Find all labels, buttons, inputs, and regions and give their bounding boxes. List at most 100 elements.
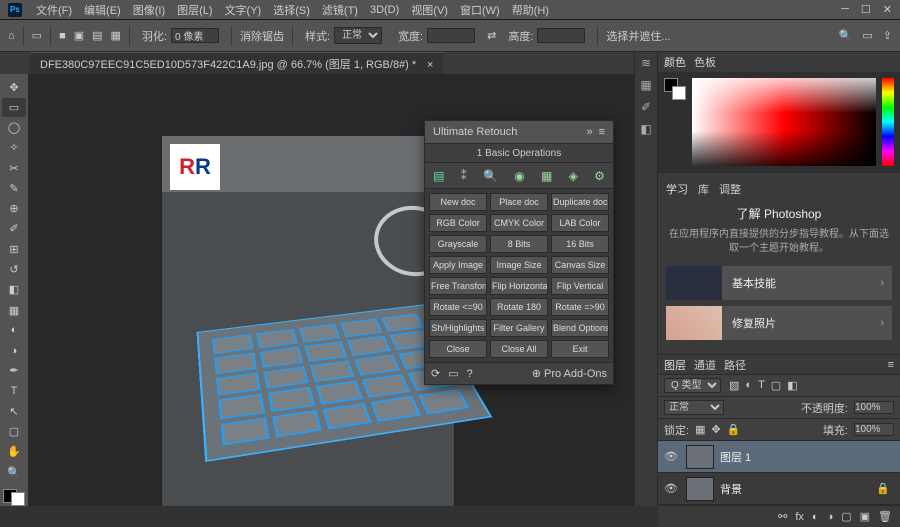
filter-shape-icon[interactable]: ▢ — [771, 379, 781, 392]
ur-btn-exit[interactable]: Exit — [551, 340, 609, 358]
layer-row[interactable]: 👁 图层 1 — [658, 441, 900, 473]
search-icon[interactable]: 🔍 — [839, 29, 853, 42]
tool-eraser[interactable]: ◧ — [2, 281, 26, 299]
ur-addons-link[interactable]: ⊕ Pro Add-Ons — [532, 367, 607, 380]
style-select[interactable]: 正常 — [334, 27, 382, 44]
tool-pen[interactable]: ✒ — [2, 362, 26, 380]
ur-collapse-icon[interactable]: » — [586, 126, 592, 138]
ur-btn-rotate-180[interactable]: Rotate 180 — [490, 298, 548, 316]
learn-card-retouch[interactable]: 修复照片› — [666, 306, 892, 340]
ur-tab-pulse-icon[interactable]: ⁑ — [461, 169, 467, 183]
tool-path[interactable]: ↖ — [2, 402, 26, 420]
ur-btn-rotate-90[interactable]: Rotate <=90 — [429, 298, 487, 316]
ur-btn-flip-vertical[interactable]: Flip Vertical — [551, 277, 609, 295]
ur-tab-search-icon[interactable]: 🔍 — [483, 169, 498, 183]
menu-layer[interactable]: 图层(L) — [171, 2, 218, 18]
sel-sub-icon[interactable]: ▤ — [92, 29, 102, 42]
menu-view[interactable]: 视图(V) — [405, 2, 454, 18]
ur-btn-cmyk-color[interactable]: CMYK Color — [490, 214, 548, 232]
ur-btn-close[interactable]: Close — [429, 340, 487, 358]
tool-hand[interactable]: ✋ — [2, 443, 26, 461]
window-maximize-icon[interactable]: ☐ — [861, 3, 871, 16]
lock-position-icon[interactable]: ✥ — [711, 423, 720, 436]
layer-mask-icon[interactable]: ◐ — [812, 511, 819, 523]
tool-dodge[interactable]: ◑ — [2, 341, 26, 359]
hue-strip[interactable] — [882, 78, 894, 166]
layer-new-icon[interactable]: ▣ — [860, 510, 870, 523]
menu-edit[interactable]: 编辑(E) — [78, 2, 127, 18]
tab-color[interactable]: 颜色 — [664, 54, 686, 70]
menu-3d[interactable]: 3D(D) — [364, 4, 405, 16]
ur-btn-sh-highlights[interactable]: Sh/Highlights — [429, 319, 487, 337]
layer-thumbnail[interactable] — [686, 445, 714, 469]
filter-smart-icon[interactable]: ◧ — [787, 379, 797, 392]
ur-btn-16-bits[interactable]: 16 Bits — [551, 235, 609, 253]
menu-file[interactable]: 文件(F) — [30, 2, 78, 18]
ur-btn-rotate-90[interactable]: Rotate =>90 — [551, 298, 609, 316]
ur-btn-lab-color[interactable]: LAB Color — [551, 214, 609, 232]
ur-tab-diamond-icon[interactable]: ◈ — [569, 169, 578, 183]
fill-input[interactable] — [854, 423, 894, 436]
ur-help-icon[interactable]: ? — [467, 368, 473, 380]
tab-layers[interactable]: 图层 — [664, 357, 686, 373]
color-swatches[interactable] — [3, 489, 25, 506]
ur-btn-filter-gallery[interactable]: Filter Gallery — [490, 319, 548, 337]
layer-link-icon[interactable]: ⚯ — [778, 510, 787, 523]
swap-wh-icon[interactable]: ⇄ — [487, 29, 496, 42]
tool-stamp[interactable]: ⊞ — [2, 240, 26, 258]
workspace-icon[interactable]: ▭ — [862, 29, 872, 42]
tool-zoom[interactable]: 🔍 — [2, 463, 26, 481]
lock-pixels-icon[interactable]: ▦ — [695, 423, 705, 436]
lock-all-icon[interactable]: 🔒 — [727, 423, 741, 436]
ur-btn-image-size[interactable]: Image Size — [490, 256, 548, 274]
layer-visibility-icon[interactable]: 👁 — [662, 450, 680, 463]
layer-delete-icon[interactable]: 🗑 — [878, 510, 892, 523]
window-close-icon[interactable]: ✕ — [883, 3, 892, 16]
filter-image-icon[interactable]: ▧ — [729, 379, 739, 392]
ur-btn-apply-image[interactable]: Apply Image — [429, 256, 487, 274]
menu-window[interactable]: 窗口(W) — [454, 2, 506, 18]
tool-brush[interactable]: ✐ — [2, 220, 26, 238]
sel-add-icon[interactable]: ▣ — [74, 29, 84, 42]
tool-blur[interactable]: ◐ — [2, 321, 26, 339]
tool-gradient[interactable]: ▦ — [2, 301, 26, 319]
tab-adjustments[interactable]: 调整 — [719, 181, 741, 197]
ur-tab-gear-icon[interactable]: ⚙ — [594, 169, 605, 183]
tool-eyedropper[interactable]: ✎ — [2, 179, 26, 197]
ur-btn-free-transform[interactable]: Free Transform — [429, 277, 487, 295]
window-minimize-icon[interactable]: ─ — [841, 3, 849, 16]
tab-swatches[interactable]: 色板 — [694, 54, 716, 70]
height-input[interactable] — [537, 28, 585, 43]
sel-intersect-icon[interactable]: ▦ — [111, 29, 121, 42]
antialias-checkbox[interactable]: 消除锯齿 — [240, 28, 284, 44]
ur-tab-color-icon[interactable]: ◉ — [514, 169, 524, 183]
blend-mode-select[interactable]: 正常 — [664, 400, 724, 415]
ur-btn-close-all[interactable]: Close All — [490, 340, 548, 358]
ur-btn-flip-horizontal[interactable]: Flip Horizontal — [490, 277, 548, 295]
learn-card-basic[interactable]: 基本技能› — [666, 266, 892, 300]
ur-btn-rgb-color[interactable]: RGB Color — [429, 214, 487, 232]
ur-btn-canvas-size[interactable]: Canvas Size — [551, 256, 609, 274]
feather-input[interactable] — [171, 28, 219, 43]
tab-close-icon[interactable]: × — [427, 59, 433, 71]
sel-new-icon[interactable]: ■ — [59, 30, 66, 42]
tool-move[interactable]: ✥ — [2, 78, 26, 96]
color-fgbg[interactable] — [664, 78, 686, 100]
ur-tab-grid-icon[interactable]: ▦ — [541, 169, 552, 183]
dock-brush-icon[interactable]: ✐ — [641, 100, 651, 114]
ur-btn-place-doc[interactable]: Place doc — [490, 193, 548, 211]
tool-marquee[interactable]: ▭ — [2, 98, 26, 116]
tool-crop[interactable]: ✂ — [2, 159, 26, 177]
dock-history-icon[interactable]: ≋ — [641, 56, 651, 70]
menu-image[interactable]: 图像(I) — [127, 2, 171, 18]
menu-select[interactable]: 选择(S) — [267, 2, 316, 18]
layer-adjustment-icon[interactable]: ◑ — [827, 511, 834, 523]
opacity-input[interactable] — [854, 401, 894, 414]
layer-filter-select[interactable]: Q 类型 — [664, 378, 721, 393]
tool-history-brush[interactable]: ↺ — [2, 260, 26, 278]
tab-channels[interactable]: 通道 — [694, 357, 716, 373]
tool-marquee-icon[interactable]: ▭ — [32, 29, 42, 42]
menu-type[interactable]: 文字(Y) — [219, 2, 268, 18]
ur-btn-new-doc[interactable]: New doc — [429, 193, 487, 211]
filter-adjust-icon[interactable]: ◐ — [745, 379, 752, 392]
